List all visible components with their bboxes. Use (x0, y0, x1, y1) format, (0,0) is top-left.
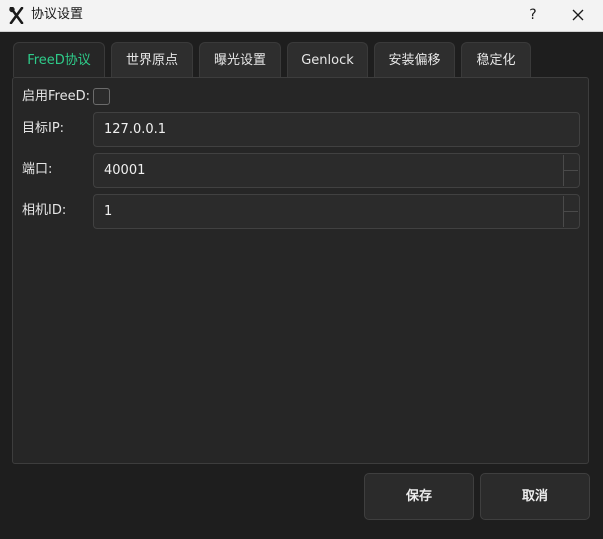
camera-id-decrement-button[interactable] (564, 212, 578, 227)
title-bar: 协议设置 ? (0, 0, 603, 32)
target-ip-label: 目标IP: (22, 121, 65, 136)
target-ip-value: 127.0.0.1 (104, 122, 167, 137)
enable-freed-checkbox[interactable] (93, 88, 110, 105)
port-decrement-button[interactable] (564, 171, 578, 186)
tab-stabilization[interactable]: 稳定化 (461, 42, 531, 77)
camera-id-increment-button[interactable] (564, 196, 578, 212)
tab-exposure[interactable]: 曝光设置 (199, 42, 281, 77)
target-ip-input[interactable]: 127.0.0.1 (93, 112, 580, 147)
close-icon (572, 9, 584, 21)
cancel-button[interactable]: 取消 (480, 473, 590, 520)
window-title: 协议设置 (31, 7, 84, 22)
camera-id-spinbox[interactable]: 1 (93, 194, 580, 229)
tab-freed[interactable]: FreeD协议 (13, 42, 105, 77)
save-button[interactable]: 保存 (364, 473, 474, 520)
port-value: 40001 (104, 163, 146, 178)
port-spinbox[interactable]: 40001 (93, 153, 580, 188)
close-button[interactable] (566, 5, 590, 25)
tab-genlock[interactable]: Genlock (287, 42, 368, 77)
camera-id-label: 相机ID: (22, 203, 67, 218)
port-stepper (563, 155, 578, 186)
tab-mount-offset[interactable]: 安装偏移 (374, 42, 455, 77)
camera-id-value: 1 (104, 204, 113, 219)
port-increment-button[interactable] (564, 155, 578, 171)
port-label: 端口: (22, 162, 53, 177)
enable-freed-label: 启用FreeD: (22, 89, 90, 104)
camera-id-stepper (563, 196, 578, 227)
tab-world-origin[interactable]: 世界原点 (111, 42, 193, 77)
help-button[interactable]: ? (521, 5, 545, 25)
tool-x-icon (9, 7, 24, 24)
